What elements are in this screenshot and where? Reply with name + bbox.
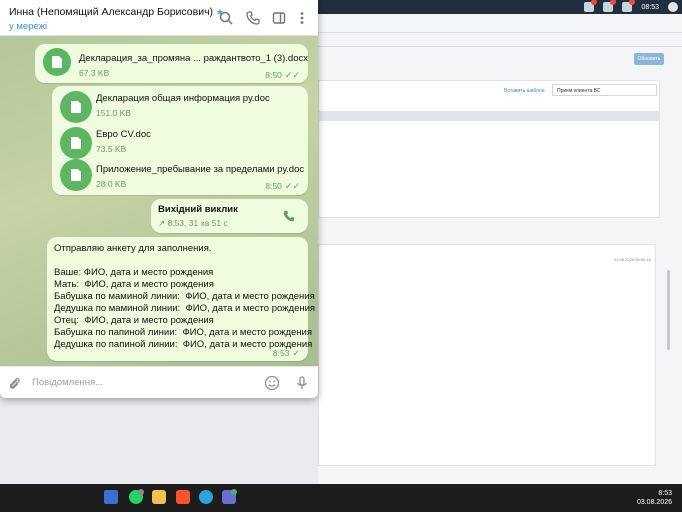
start-icon[interactable] — [104, 490, 118, 504]
read-check-icon: ✓ — [292, 348, 300, 358]
message-time: 8:50 ✓✓ — [265, 70, 300, 80]
file-icon[interactable] — [60, 91, 92, 123]
taskbar — [0, 484, 682, 512]
search-icon[interactable] — [218, 10, 234, 26]
notifications-icon[interactable] — [603, 0, 617, 12]
call-icon[interactable] — [282, 209, 296, 223]
file-icon[interactable] — [60, 127, 92, 159]
message-list[interactable]: Декларация_за_промяна ... раждантвото_1 … — [0, 36, 318, 366]
divider — [318, 46, 682, 47]
message-time: 8:53 ✓ — [272, 348, 300, 358]
call-details: ↗ 8:53, 31 хв 51 с — [158, 218, 228, 228]
file-icon[interactable] — [43, 48, 71, 76]
background-top-status: 08:53 — [584, 0, 682, 14]
call-label: Вихідний виклик — [158, 204, 238, 215]
file-name[interactable]: Приложение_пребывание за пределами ру.do… — [96, 164, 304, 175]
attach-icon[interactable] — [6, 375, 22, 391]
calendar-icon[interactable] — [622, 0, 636, 12]
file-size: 28.0 KB — [96, 179, 127, 189]
message-input[interactable]: Повідомлення... — [32, 377, 103, 388]
more-vertical-icon[interactable] — [294, 10, 310, 26]
record-date: 03.08.2026 08:50:16 — [614, 257, 651, 262]
message-text: Отправляю анкету для заполнения. Ваше: Ф… — [54, 243, 316, 350]
history-card — [318, 244, 656, 466]
chat-header[interactable]: Инна (Непомящий Александр Борисович) ★ у … — [0, 0, 318, 36]
teams-badge — [231, 489, 237, 495]
file-message[interactable]: Декларация_за_промяна ... раждантвото_1 … — [35, 44, 308, 83]
read-checks-icon: ✓✓ — [284, 181, 300, 191]
emoji-icon[interactable] — [264, 375, 280, 391]
scrollbar[interactable] — [667, 270, 670, 350]
contact-status: у мережі — [9, 21, 48, 32]
file-icon[interactable] — [60, 159, 92, 191]
sidebar-toggle-icon[interactable] — [271, 10, 287, 26]
file-name[interactable]: Евро CV.doc — [96, 129, 151, 140]
file-name[interactable]: Декларация_за_промяна ... раждантвото_1 … — [79, 53, 308, 64]
file-size: 73.5 KB — [96, 144, 127, 154]
notes-card — [318, 80, 660, 218]
whatsapp-badge — [138, 489, 144, 495]
top-clock: 08:53 — [641, 3, 659, 11]
users-icon[interactable] — [584, 0, 598, 12]
avatar[interactable] — [668, 2, 678, 12]
taskbar-date: 03.08.2026 — [636, 499, 672, 506]
telegram-chat-window: Инна (Непомящий Александр Борисович) ★ у … — [0, 0, 318, 398]
contact-name[interactable]: Инна (Непомящий Александр Борисович) ★ — [9, 6, 224, 18]
folder-icon[interactable] — [152, 490, 166, 504]
template-select[interactable]: Прием клиента ВС — [552, 84, 657, 96]
insert-template-link[interactable]: Вставить шаблон — [504, 88, 545, 94]
file-size: 151.0 KB — [96, 108, 131, 118]
file-name[interactable]: Декларация общая информация ру.doc — [96, 93, 270, 104]
update-button[interactable]: Обновить — [634, 53, 664, 65]
brave-browser-icon[interactable] — [176, 490, 190, 504]
file-group-message[interactable]: Декларация общая информация ру.doc 151.0… — [52, 86, 308, 195]
message-composer: Повідомлення... — [0, 366, 318, 398]
message-time: 8:50 ✓✓ — [265, 181, 300, 191]
microphone-icon[interactable] — [294, 375, 310, 391]
phone-icon[interactable] — [245, 10, 261, 26]
taskbar-time: 8:53 — [658, 490, 672, 497]
divider — [318, 32, 682, 33]
editor-toolbar — [318, 111, 660, 121]
text-message[interactable]: Отправляю анкету для заполнения. Ваше: Ф… — [47, 237, 315, 361]
telegram-icon[interactable] — [199, 490, 213, 504]
taskbar-clock[interactable]: 8:53 03.08.2026 — [637, 489, 672, 507]
file-size: 67.3 KB — [79, 68, 110, 78]
call-message[interactable]: Вихідний виклик ↗ 8:53, 31 хв 51 с — [151, 199, 308, 233]
read-checks-icon: ✓✓ — [284, 70, 300, 80]
